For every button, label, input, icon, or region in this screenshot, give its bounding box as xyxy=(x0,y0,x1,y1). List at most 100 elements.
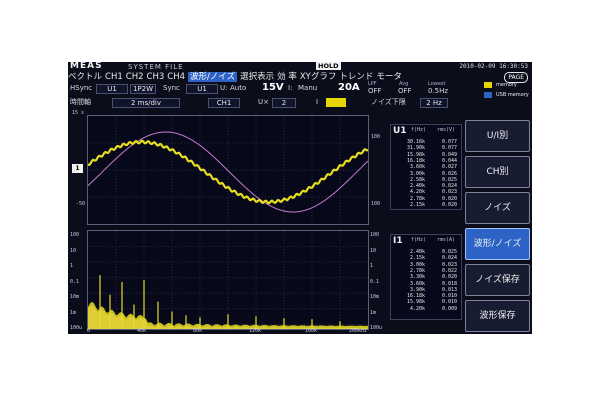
rms-cell: 0.049 xyxy=(441,151,457,158)
i-zoom-label: I xyxy=(316,98,319,106)
meas-menu[interactable]: MEAS xyxy=(70,62,103,71)
u-range-value[interactable]: 15V xyxy=(262,82,284,93)
tab-3[interactable]: CH3 xyxy=(147,72,165,82)
i1-noise-table: I1 f(Hz) rms(A) 2.40k 0.025 2.15k 0.024 3.00… xyxy=(390,234,462,320)
time-axis-select[interactable]: 2 ms/div xyxy=(112,98,180,108)
rms-cell: 0.024 xyxy=(441,183,457,190)
table-row: 2.40k 0.024 xyxy=(391,183,461,189)
hsync-label: HSync xyxy=(70,84,93,92)
spectrum-y-label-right: 1 xyxy=(370,263,374,269)
rms-cell: 0.013 xyxy=(441,286,457,293)
i-zoom-select[interactable] xyxy=(326,98,346,107)
u-range-mode[interactable]: Auto xyxy=(230,84,246,93)
ch-menu-button[interactable]: CH別 xyxy=(465,156,530,188)
tab-6[interactable]: 選択表示 xyxy=(240,72,274,82)
freq-cell: 3.60k xyxy=(409,164,425,171)
table-row: 3.60k 0.027 xyxy=(391,164,461,170)
spectrum-x-label: 200kHz xyxy=(349,328,368,334)
freq-cell: 2.40k xyxy=(409,183,425,190)
avg-value[interactable]: OFF xyxy=(398,87,412,96)
spectrum-x-label: 0 xyxy=(87,328,91,334)
u-range-label: U: xyxy=(220,84,228,92)
freq-cell: 3.30k xyxy=(409,274,425,281)
table-row: 31.90k 0.077 xyxy=(391,145,461,151)
spectrum-y-label: 0.1 xyxy=(70,278,80,285)
tab-4[interactable]: CH4 xyxy=(167,72,185,82)
spectrum-y-label-right: 100u xyxy=(370,325,383,331)
time-axis-label: 時間軸 xyxy=(70,98,91,106)
channel-select[interactable]: CH1 xyxy=(208,98,240,108)
u1-col-rms: rms(V) xyxy=(437,127,456,133)
waveform-noise-menu-button[interactable]: 波形/ノイズ xyxy=(465,228,530,260)
freq-cell: 16.18k xyxy=(406,157,425,164)
spectrum-x-label: 80k xyxy=(193,328,203,334)
spectrum-y-label: 1m xyxy=(70,309,77,316)
freq-cell: 3.00k xyxy=(409,261,425,268)
spectrum-y-label-right: 100 xyxy=(370,232,380,238)
rms-cell: 0.020 xyxy=(441,202,457,208)
freq-cell: 31.90k xyxy=(406,145,425,152)
rms-cell: 0.010 xyxy=(441,293,457,300)
spectrum-y-label-right: 10m xyxy=(370,294,380,300)
lowest-value[interactable]: 0.5Hz xyxy=(428,87,448,96)
tab-8[interactable]: XYグラフ xyxy=(300,72,337,82)
table-row: 3.00k 0.026 xyxy=(391,171,461,177)
spectrum-x-label: 160k xyxy=(305,328,318,334)
ui-menu-button[interactable]: U/I別 xyxy=(465,120,530,152)
u-zoom-label: U× xyxy=(258,98,269,106)
sync-select[interactable]: U1 xyxy=(186,84,218,94)
i1-col-freq: f(Hz) xyxy=(411,237,427,243)
tab-0[interactable]: ベクトル xyxy=(68,72,102,82)
rms-cell: 0.077 xyxy=(441,145,457,152)
rms-cell: 0.025 xyxy=(441,176,457,183)
noise-menu-button[interactable]: ノイズ xyxy=(465,192,530,224)
spectrum-y-label-right: 0.1 xyxy=(370,278,380,285)
spectrum-x-label: 40k xyxy=(137,328,147,334)
i1-col-rms: rms(A) xyxy=(437,237,456,243)
spectrum-y-label: 100u xyxy=(70,325,83,331)
memory-label: memory xyxy=(496,82,517,88)
spectrum-y-label: 1 xyxy=(70,263,74,269)
hsync-select[interactable]: U1 xyxy=(96,84,128,94)
table-row: 3.90k 0.013 xyxy=(391,287,461,293)
rms-cell: 0.022 xyxy=(441,267,457,274)
freq-cell: 3.90k xyxy=(409,286,425,293)
current-scale-bottom: 100 xyxy=(371,201,381,207)
table-row: 15.98k 0.010 xyxy=(391,299,461,305)
table-row: 2.15k 0.024 xyxy=(391,255,461,261)
system-file-menu[interactable]: SYSTEM FILE xyxy=(128,63,184,71)
noise-threshold-label: ノイズ下限 xyxy=(371,98,406,106)
i-range-mode[interactable]: Manu xyxy=(298,84,317,93)
lpf-value[interactable]: OFF xyxy=(368,87,382,96)
wiring-select[interactable]: 1P2W xyxy=(130,84,156,94)
sync-label: Sync xyxy=(163,84,180,92)
freq-cell: 15.98k xyxy=(406,299,425,306)
freq-cell: 15.98k xyxy=(406,151,425,158)
tab-7[interactable]: 効 率 xyxy=(277,72,297,82)
i-range-value[interactable]: 20A xyxy=(338,82,360,93)
rms-cell: 0.044 xyxy=(441,157,457,164)
table-row: 2.15k 0.020 xyxy=(391,202,461,208)
u-zoom-select[interactable]: 2 xyxy=(272,98,296,108)
spectrum-svg xyxy=(88,231,368,329)
table-row: 3.00k 0.023 xyxy=(391,262,461,268)
rms-cell: 0.027 xyxy=(441,164,457,171)
u1-col-freq: f(Hz) xyxy=(411,127,427,133)
freq-cell: 2.78k xyxy=(409,267,425,274)
tab-5[interactable]: 波形/ノイズ xyxy=(188,72,238,82)
instrument-screen: MEAS SYSTEM FILE HOLD 2010-02-09 16:30:5… xyxy=(68,62,532,334)
usb-memory-indicator xyxy=(484,92,492,98)
tab-1[interactable]: CH1 xyxy=(105,72,123,82)
rms-cell: 0.010 xyxy=(441,299,457,306)
tab-2[interactable]: CH2 xyxy=(126,72,144,82)
freq-cell: 2.78k xyxy=(409,195,425,202)
table-row: 2.78k 0.022 xyxy=(391,268,461,274)
noise-save-menu-button[interactable]: ノイズ保存 xyxy=(465,264,530,296)
waveform-save-menu-button[interactable]: 波形保存 xyxy=(465,300,530,332)
rms-cell: 0.020 xyxy=(441,274,457,281)
noise-threshold-select[interactable]: 2 Hz xyxy=(420,98,448,108)
freq-cell: 2.40k xyxy=(409,249,425,255)
voltage-scale-bottom: -50 xyxy=(76,201,86,207)
rms-cell: 0.025 xyxy=(441,249,457,255)
zero-level-marker[interactable]: 1 xyxy=(72,164,83,173)
